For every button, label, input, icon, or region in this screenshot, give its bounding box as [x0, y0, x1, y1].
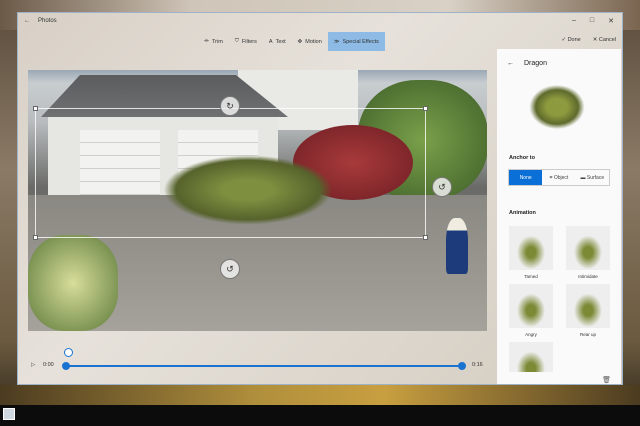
panel-back-button[interactable]: ← — [507, 60, 514, 67]
panel-title: Dragon — [524, 60, 547, 67]
resize-handle[interactable] — [423, 106, 428, 111]
effect-selection-box[interactable] — [33, 106, 428, 240]
animation-thumbnail — [509, 284, 553, 328]
dragon-preview — [527, 83, 587, 131]
trim-end-handle[interactable] — [458, 362, 466, 370]
resize-handle[interactable] — [33, 106, 38, 111]
app-title: Photos — [38, 18, 57, 24]
video-preview[interactable]: ↻ ↺ ↺ — [28, 70, 487, 331]
editor-toolbar: ⟛ Trim ⛉ Filters A Text ✥ Motion ≫ Special Ef… — [198, 32, 385, 51]
animation-intimidate[interactable]: Intimidate — [566, 226, 610, 279]
edit-actions: ✓ Done ✕ Cancel — [561, 37, 616, 43]
tab-text[interactable]: A Text — [263, 32, 292, 51]
delete-effect-button[interactable]: 🗑 — [602, 376, 611, 384]
timeline-track[interactable] — [66, 365, 464, 367]
animation-tamed[interactable]: Tamed — [509, 226, 553, 279]
special-effects-icon: ≫ — [333, 38, 340, 45]
anchor-object[interactable]: ⌗ Object — [542, 170, 575, 185]
motion-icon: ✥ — [297, 38, 303, 45]
tab-motion[interactable]: ✥ Motion — [292, 32, 328, 51]
animation-label: Tamed — [524, 274, 538, 279]
cancel-label: Cancel — [598, 37, 616, 43]
rotate-z-icon[interactable]: ↺ — [220, 259, 240, 279]
trim-start-handle[interactable] — [62, 362, 70, 370]
animation-label: Angry — [525, 332, 537, 337]
tab-label: Special Effects — [342, 38, 379, 45]
title-bar: ← Photos — [24, 18, 57, 24]
photos-window: ← Photos – □ ✕ ⟛ Trim ⛉ Filters A Text ✥ Mot… — [17, 12, 623, 385]
child-image — [446, 218, 468, 274]
cancel-button[interactable]: ✕ Cancel — [593, 37, 616, 43]
check-icon: ✓ — [561, 37, 567, 43]
anchor-surface[interactable]: ▬ Surface — [576, 170, 609, 185]
animation-heading: Animation — [509, 210, 536, 216]
tab-special-effects[interactable]: ≫ Special Effects — [327, 32, 385, 51]
animation-label: Intimidate — [578, 274, 598, 279]
tab-trim[interactable]: ⟛ Trim — [198, 32, 229, 51]
effect-panel: ← Dragon Anchor to None ⌗ Object ▬ Surfac… — [497, 49, 621, 384]
anchor-none[interactable]: None — [509, 170, 543, 185]
anchor-label: Surface — [586, 174, 605, 181]
close-icon: ✕ — [592, 37, 598, 43]
anchor-label: Object — [553, 174, 569, 181]
animation-thumbnail — [566, 226, 610, 270]
tab-label: Filters — [241, 38, 257, 45]
tab-label: Motion — [305, 38, 322, 45]
start-time: 0:00 — [43, 362, 54, 368]
anchor-selector: None ⌗ Object ▬ Surface — [508, 169, 610, 186]
done-button[interactable]: ✓ Done — [561, 37, 580, 43]
back-button[interactable]: ← — [24, 18, 30, 24]
animation-thumbnail — [509, 342, 553, 372]
close-button[interactable]: ✕ — [608, 17, 614, 25]
anchor-heading: Anchor to — [509, 155, 535, 161]
taskbar — [0, 405, 640, 426]
animation-item[interactable] — [509, 342, 553, 372]
tab-filters[interactable]: ⛉ Filters — [229, 32, 263, 51]
play-button[interactable]: ▷ — [31, 362, 35, 368]
rotate-x-icon[interactable]: ↻ — [220, 96, 240, 116]
minimize-button[interactable]: – — [572, 17, 576, 25]
done-label: Done — [567, 37, 581, 43]
tab-label: Text — [275, 38, 286, 45]
rotate-y-icon[interactable]: ↺ — [432, 177, 452, 197]
animation-angry[interactable]: Angry — [509, 284, 553, 337]
text-icon: A — [268, 38, 273, 45]
timeline: ▷ 0:00 0:16 — [28, 348, 488, 374]
window-controls: – □ ✕ — [572, 17, 614, 25]
animation-label: Rear up — [579, 332, 596, 337]
resize-handle[interactable] — [423, 235, 428, 240]
tab-label: Trim — [211, 38, 223, 45]
background — [0, 385, 640, 405]
maximize-button[interactable]: □ — [590, 17, 594, 25]
animation-thumbnail — [509, 226, 553, 270]
trim-icon: ⟛ — [204, 38, 209, 44]
bush-image — [28, 235, 118, 331]
resize-handle[interactable] — [33, 235, 38, 240]
playhead[interactable] — [64, 348, 73, 357]
animation-rear-up[interactable]: Rear up — [566, 284, 610, 337]
end-time: 0:16 — [472, 362, 483, 368]
animation-thumbnail — [566, 284, 610, 328]
filters-icon: ⛉ — [234, 38, 239, 44]
photos-taskbar-icon[interactable] — [3, 408, 15, 420]
panel-header: ← Dragon — [507, 60, 547, 67]
